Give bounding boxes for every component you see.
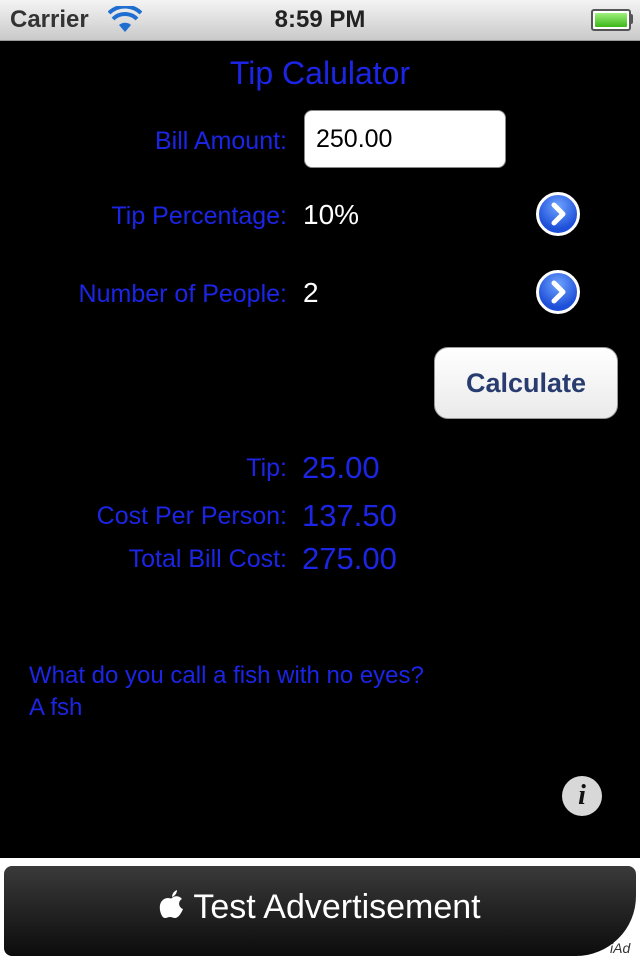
bill-amount-input[interactable]: 250.00 — [304, 110, 506, 168]
ad-banner-content[interactable]: Test Advertisement — [0, 888, 640, 927]
iad-badge: iAd — [610, 940, 631, 956]
calculate-button[interactable]: Calculate — [434, 347, 618, 419]
bill-amount-label: Bill Amount: — [154, 127, 287, 155]
total-bill-cost-value: 275.00 — [302, 541, 397, 576]
number-of-people-value: 2 — [303, 277, 319, 308]
joke-question: What do you call a fish with no eyes? — [29, 662, 424, 689]
battery-tip — [629, 14, 633, 24]
ad-banner-text: Test Advertisement — [193, 888, 481, 926]
tip-percentage-disclosure-button[interactable] — [536, 192, 580, 236]
total-bill-cost-label: Total Bill Cost: — [128, 545, 287, 573]
status-time: 8:59 PM — [274, 6, 366, 33]
status-bar: Carrier 8:59 PM — [0, 0, 640, 41]
info-button[interactable]: i — [562, 776, 602, 816]
battery-icon — [591, 9, 631, 31]
number-of-people-label: Number of People: — [78, 280, 287, 308]
apple-logo-icon — [160, 890, 184, 918]
tip-result-label: Tip: — [246, 454, 287, 482]
cost-per-person-value: 137.50 — [302, 498, 397, 533]
chevron-right-icon — [551, 202, 566, 226]
number-of-people-disclosure-button[interactable] — [536, 270, 580, 314]
info-icon: i — [578, 780, 586, 811]
chevron-right-icon — [551, 280, 566, 304]
tip-percentage-value: 10% — [303, 199, 360, 230]
cost-per-person-label: Cost Per Person: — [96, 502, 287, 530]
tip-result-value: 25.00 — [302, 450, 380, 485]
joke-answer: A fsh — [29, 694, 83, 721]
page-title: Tip Calulator — [229, 55, 411, 91]
tip-percentage-label: Tip Percentage: — [111, 202, 287, 230]
